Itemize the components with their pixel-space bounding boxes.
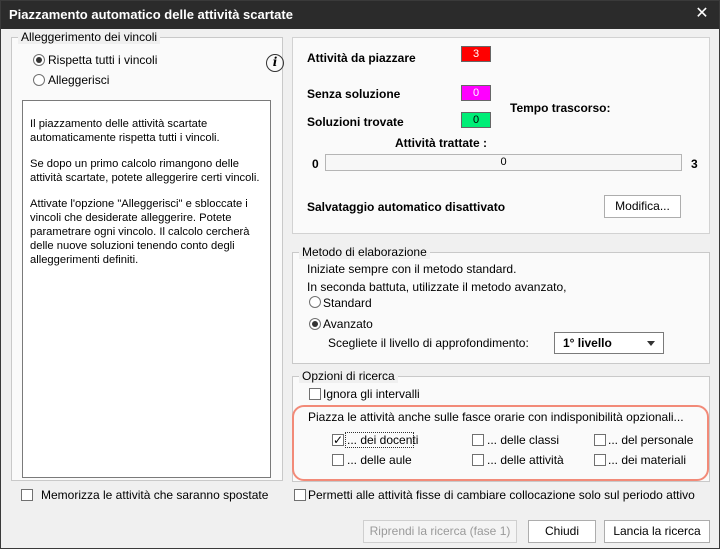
vincoli-description-panel: Il piazzamento delle attività scartate a…	[22, 100, 271, 478]
allow-fixed-label: Permetti alle attività fisse di cambiare…	[308, 488, 695, 502]
progress-min: 0	[312, 157, 319, 171]
launch-search-button[interactable]: Lancia la ricerca	[604, 520, 710, 543]
to-place-label: Attività da piazzare	[307, 51, 416, 65]
radio-rispetta-label: Rispetta tutti i vincoli	[48, 53, 158, 67]
title-bar: Piazzamento automatico delle attività sc…	[1, 1, 719, 29]
radio-alleggerisci[interactable]	[33, 74, 45, 86]
level-select[interactable]: 1° livello	[554, 332, 664, 354]
elapsed-label: Tempo trascorso:	[510, 101, 611, 115]
metodo-line2: In seconda battuta, utilizzate il metodo…	[307, 280, 567, 294]
radio-standard[interactable]	[309, 296, 321, 308]
close-icon[interactable]: ✕	[693, 5, 711, 23]
radio-standard-label: Standard	[323, 296, 372, 310]
memorize-label: Memorizza le attività che saranno sposta…	[41, 488, 269, 502]
highlight-outline	[292, 405, 709, 481]
window-title: Piazzamento automatico delle attività sc…	[9, 7, 293, 22]
resume-search-button[interactable]: Riprendi la ricerca (fase 1)	[363, 520, 517, 543]
memorize-checkbox[interactable]	[21, 489, 33, 501]
description-paragraph: Il piazzamento delle attività scartate a…	[30, 118, 220, 144]
dialog-window: Piazzamento automatico delle attività sc…	[0, 0, 720, 549]
progress-max: 3	[691, 157, 698, 171]
radio-alleggerisci-label: Alleggerisci	[48, 73, 110, 87]
radio-rispetta-vincoli[interactable]	[33, 54, 45, 66]
metodo-legend: Metodo di elaborazione	[299, 245, 430, 259]
found-label: Soluzioni trovate	[307, 115, 404, 129]
close-button[interactable]: Chiudi	[528, 520, 596, 543]
autosave-label: Salvataggio automatico disattivato	[307, 200, 506, 214]
allow-fixed-checkbox[interactable]	[294, 489, 306, 501]
ignore-intervals-checkbox[interactable]	[309, 388, 321, 400]
no-solution-label: Senza soluzione	[307, 87, 401, 101]
description-paragraph: Se dopo un primo calcolo rimangono delle…	[30, 158, 260, 184]
progress-value: 0	[500, 156, 507, 168]
level-select-value: 1° livello	[563, 336, 612, 350]
ricerca-legend: Opzioni di ricerca	[299, 369, 398, 383]
chevron-down-icon	[647, 341, 655, 346]
radio-avanzato[interactable]	[309, 318, 321, 330]
modify-button[interactable]: Modifica...	[604, 195, 681, 218]
description-paragraph: Attivate l'opzione "Alleggerisci" e sblo…	[30, 198, 250, 266]
to-place-badge: 3	[461, 46, 491, 62]
found-badge: 0	[461, 112, 491, 128]
metodo-line1: Iniziate sempre con il metodo standard.	[307, 262, 517, 276]
info-icon[interactable]: i	[266, 54, 284, 72]
level-label: Scegliete il livello di approfondimento:	[328, 336, 529, 350]
vincoli-legend: Alleggerimento dei vincoli	[18, 30, 161, 44]
progress-bar: 0	[325, 154, 682, 171]
no-solution-badge: 0	[461, 85, 491, 101]
radio-avanzato-label: Avanzato	[323, 317, 373, 331]
processed-label: Attività trattate :	[395, 136, 488, 150]
ignore-intervals-label: Ignora gli intervalli	[323, 387, 420, 401]
